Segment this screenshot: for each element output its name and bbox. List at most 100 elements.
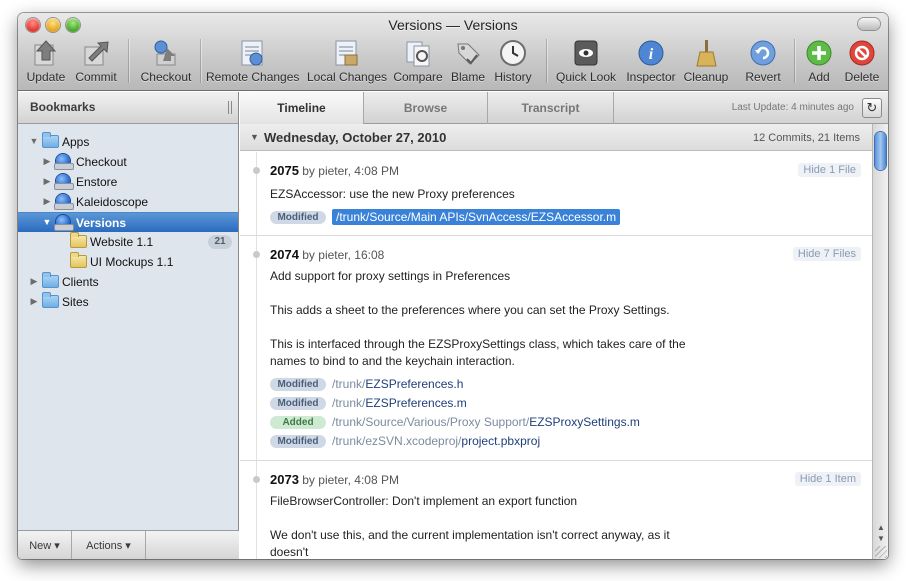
history-label: History — [494, 70, 532, 84]
file-name[interactable]: project.pbxproj — [461, 434, 540, 448]
network-volume-icon — [54, 154, 74, 170]
hide-files-button[interactable]: Hide 1 Item — [794, 472, 861, 486]
bookmarks-sidebar: Bookmarks ▼ Apps ▶ Checkout ▶ Enstore ▶ … — [18, 92, 239, 559]
hide-files-button[interactable]: Hide 7 Files — [792, 247, 861, 261]
status-badge: Modified — [270, 378, 326, 391]
toolbar-toggle-button[interactable] — [858, 18, 880, 30]
hide-files-button[interactable]: Hide 1 File — [798, 163, 861, 177]
revert-button[interactable]: Revert — [742, 38, 784, 84]
tab-browse[interactable]: Browse — [364, 92, 488, 124]
folder-icon — [42, 132, 59, 148]
compare-button[interactable]: Compare — [392, 38, 444, 84]
local-changes-button[interactable]: Local Changes — [307, 38, 388, 84]
commit-header: 2074 by pieter, 16:08 — [270, 247, 384, 262]
commit-item[interactable]: 2074 by pieter, 16:08 Hide 7 Files Add s… — [240, 236, 872, 461]
sidebar-item-clients[interactable]: ▶ Clients — [18, 272, 238, 292]
inspector-button[interactable]: i Inspector — [625, 38, 677, 84]
commit-label: Commit — [75, 70, 117, 84]
checkout-icon — [151, 38, 181, 68]
local-changes-icon — [331, 38, 361, 68]
local-changes-label: Local Changes — [307, 70, 388, 84]
disclosure-closed-icon[interactable]: ▶ — [42, 176, 52, 187]
sidebar-item-label: UI Mockups 1.1 — [90, 255, 174, 269]
sidebar-item-apps[interactable]: ▼ Apps — [18, 132, 238, 152]
commit-author-time: by pieter, 16:08 — [298, 248, 385, 262]
refresh-button[interactable]: ↻ — [862, 98, 882, 118]
day-group-header[interactable]: ▼ Wednesday, October 27, 2010 12 Commits… — [240, 124, 872, 151]
sidebar-item-checkout[interactable]: ▶ Checkout — [18, 152, 238, 172]
commit-icon — [81, 38, 111, 68]
main-pane: Timeline Browse Transcript Last Update: … — [240, 92, 888, 559]
disclosure-open-icon[interactable]: ▼ — [42, 217, 52, 227]
tab-timeline[interactable]: Timeline — [240, 92, 364, 124]
commit-timeline: 2075 by pieter, 4:08 PM Hide 1 File EZSA… — [240, 152, 872, 559]
clock-icon — [498, 38, 528, 68]
actions-menu-button[interactable]: Actions ▾ — [72, 531, 146, 559]
update-button[interactable]: Update — [26, 38, 66, 84]
update-icon — [31, 38, 61, 68]
update-label: Update — [26, 70, 66, 84]
window-resize-grip[interactable] — [875, 546, 887, 558]
day-count: 12 Commits, 21 Items — [753, 132, 860, 144]
network-volume-icon — [54, 215, 74, 231]
sidebar-item-kaleidoscope[interactable]: ▶ Kaleidoscope — [18, 192, 238, 212]
commit-item[interactable]: 2075 by pieter, 4:08 PM Hide 1 File EZSA… — [240, 152, 872, 236]
scroll-down-arrow-icon[interactable]: ▼ — [876, 534, 886, 544]
changed-file-row[interactable]: Modified/trunk/EZSPreferences.m — [270, 396, 467, 413]
compare-label: Compare — [393, 70, 443, 84]
changed-file-row[interactable]: Modified/trunk/ezSVN.xcodeproj/project.p… — [270, 434, 540, 451]
inspector-label: Inspector — [626, 70, 676, 84]
sidebar-item-website[interactable]: Website 1.1 21 — [18, 232, 238, 252]
sidebar-item-label: Enstore — [76, 175, 118, 189]
scrollbar-thumb[interactable] — [875, 132, 886, 170]
cleanup-label: Cleanup — [683, 70, 729, 84]
cleanup-button[interactable]: Cleanup — [683, 38, 729, 84]
timeline-scrollbar[interactable]: ▲ ▼ — [872, 124, 888, 559]
disclosure-closed-icon[interactable]: ▶ — [29, 296, 39, 307]
disclosure-closed-icon[interactable]: ▶ — [42, 156, 52, 167]
remote-changes-button[interactable]: Remote Changes — [206, 38, 300, 84]
sidebar-item-label: Clients — [62, 275, 99, 289]
commit-revision: 2073 — [270, 472, 299, 487]
disclosure-open-icon[interactable]: ▼ — [250, 132, 259, 142]
changed-file-row[interactable]: Modified/trunk/Source/Main APIs/SvnAcces… — [270, 209, 621, 227]
commit-button[interactable]: Commit — [74, 38, 118, 84]
file-name[interactable]: EZSPreferences.m — [365, 396, 466, 410]
quick-look-button[interactable]: Quick Look — [554, 38, 618, 84]
folder-icon — [42, 272, 59, 288]
add-button[interactable]: Add — [804, 38, 834, 84]
file-name[interactable]: EZSPreferences.h — [365, 377, 463, 391]
history-button[interactable]: History — [492, 38, 534, 84]
disclosure-closed-icon[interactable]: ▶ — [29, 276, 39, 287]
file-name[interactable]: EZSProxySettings.m — [529, 415, 640, 429]
sidebar-item-enstore[interactable]: ▶ Enstore — [18, 172, 238, 192]
file-dir: /trunk/Source/Main APIs/SvnAccess/ — [336, 210, 531, 224]
file-path-selected[interactable]: /trunk/Source/Main APIs/SvnAccess/EZSAcc… — [332, 209, 621, 225]
disclosure-open-icon[interactable]: ▼ — [29, 136, 39, 146]
commit-message: Add support for proxy settings in Prefer… — [270, 269, 511, 283]
no-entry-icon — [847, 38, 877, 68]
sidebar-resize-handle[interactable] — [228, 101, 232, 114]
changed-file-row[interactable]: Modified/trunk/EZSPreferences.h — [270, 377, 463, 394]
sidebar-item-ui-mockups[interactable]: UI Mockups 1.1 — [18, 252, 238, 272]
tab-transcript[interactable]: Transcript — [488, 92, 614, 124]
disclosure-closed-icon[interactable]: ▶ — [42, 196, 52, 207]
network-volume-icon — [54, 194, 74, 210]
sidebar-item-versions[interactable]: ▼ Versions — [18, 212, 238, 232]
last-update-text: Last Update: 4 minutes ago — [731, 102, 854, 113]
sidebar-item-label: Kaleidoscope — [76, 195, 149, 209]
remote-changes-label: Remote Changes — [206, 70, 300, 84]
view-tabs: Timeline Browse Transcript Last Update: … — [240, 92, 888, 124]
toolbar-separator — [200, 39, 201, 83]
changed-file-row[interactable]: Added/trunk/Source/Various/Proxy Support… — [270, 415, 640, 432]
new-menu-button[interactable]: New ▾ — [18, 531, 72, 559]
commit-message: This adds a sheet to the preferences whe… — [270, 303, 670, 317]
scroll-up-arrow-icon[interactable]: ▲ — [876, 523, 886, 533]
checkout-button[interactable]: Checkout — [140, 38, 192, 84]
commit-item[interactable]: 2073 by pieter, 4:08 PM Hide 1 Item File… — [240, 461, 872, 559]
sidebar-item-sites[interactable]: ▶ Sites — [18, 292, 238, 312]
folder-icon — [42, 292, 59, 308]
delete-button[interactable]: Delete — [842, 38, 882, 84]
blame-button[interactable]: Blame — [450, 38, 486, 84]
window-title: Versions — Versions — [388, 17, 518, 33]
